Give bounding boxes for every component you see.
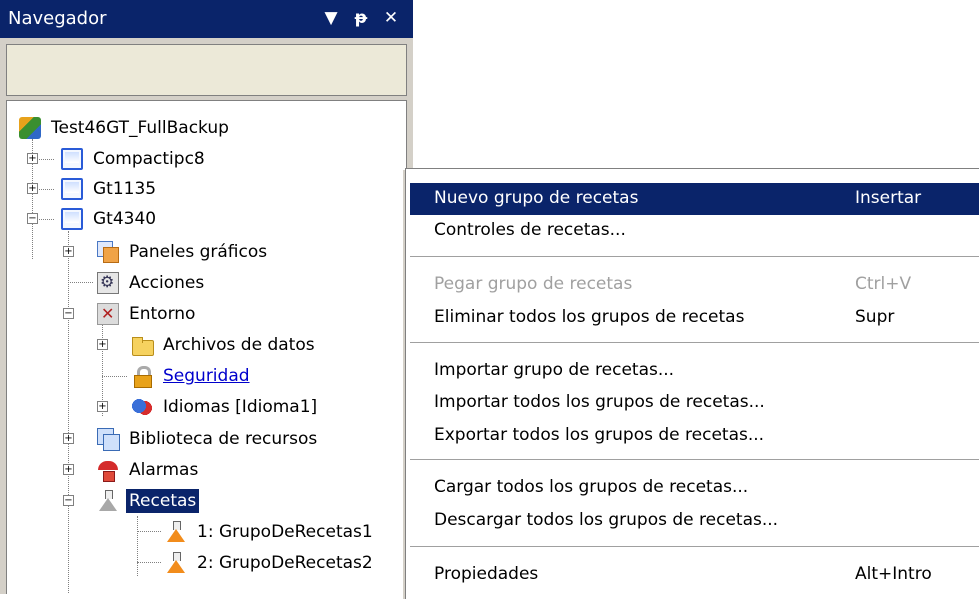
menu-item-exportar-todos[interactable]: Exportar todos los grupos de recetas... (410, 420, 979, 452)
dropdown-icon[interactable]: ▼ (318, 4, 344, 32)
menu-item-label: Eliminar todos los grupos de recetas (434, 307, 745, 327)
tree-item-label: Alarmas (129, 460, 199, 480)
navigator-title-bar: Navegador ▼ ᵽ ✕ (0, 0, 413, 38)
alarm-icon (97, 459, 119, 482)
tree-item-alarmas[interactable]: Alarmas (97, 455, 201, 485)
library-icon (97, 428, 120, 451)
actions-icon (97, 272, 119, 294)
tree-item-label: 1: GrupoDeRecetas1 (197, 522, 373, 542)
tree-item-paneles[interactable]: Paneles gráficos (97, 237, 270, 267)
menu-item-label: Descargar todos los grupos de recetas... (434, 510, 779, 530)
tools-icon (97, 303, 119, 325)
tree-item-archivos[interactable]: Archivos de datos (131, 330, 318, 360)
menu-item-label: Nuevo grupo de recetas (434, 188, 639, 208)
tree-item-grupo1[interactable]: 1: GrupoDeRecetas1 (165, 517, 376, 547)
tree-connector (68, 231, 69, 594)
tree-item-idiomas[interactable]: Idiomas [Idioma1] (131, 392, 320, 422)
tree-item-label: Compactipc8 (93, 149, 205, 169)
expand-icon[interactable]: + (97, 401, 108, 412)
menu-item-shortcut: Insertar (855, 188, 922, 208)
menu-item-eliminar-todos[interactable]: Eliminar todos los grupos de recetas Sup… (410, 302, 979, 334)
menu-item-controles[interactable]: Controles de recetas... (410, 215, 979, 247)
lock-icon (131, 365, 153, 388)
device-icon (61, 208, 83, 230)
tree-item-label: Gt1135 (93, 179, 157, 199)
context-menu: Nuevo grupo de recetas Insertar Controle… (405, 168, 979, 599)
menu-item-label: Propiedades (434, 564, 539, 584)
menu-separator (410, 546, 979, 547)
pin-icon[interactable]: ᵽ (348, 4, 374, 32)
menu-item-label: Pegar grupo de recetas (434, 274, 633, 294)
tree-connector (137, 516, 138, 576)
menu-item-importar-grupo[interactable]: Importar grupo de recetas... (410, 355, 979, 387)
tree-item-acciones[interactable]: Acciones (97, 268, 207, 298)
menu-item-propiedades[interactable]: Propiedades Alt+Intro (410, 559, 979, 591)
collapse-icon[interactable]: − (63, 495, 74, 506)
menu-item-label: Importar todos los grupos de recetas... (434, 392, 765, 412)
tree-item-label: Recetas (126, 489, 200, 513)
menu-item-nuevo-grupo[interactable]: Nuevo grupo de recetas Insertar (410, 183, 979, 215)
menu-item-label: Cargar todos los grupos de recetas... (434, 477, 749, 497)
tree-connector (137, 531, 161, 532)
flask-icon (165, 521, 187, 543)
navigator-tree[interactable]: Test46GT_FullBackup + Compactipc8 + Gt11… (6, 100, 407, 594)
tree-item-compactipc8[interactable]: Compactipc8 (61, 144, 208, 174)
expand-icon[interactable]: + (63, 433, 74, 444)
flask-icon (97, 490, 119, 512)
folder-icon (131, 334, 154, 356)
expand-icon[interactable]: + (27, 153, 38, 164)
panels-icon (97, 241, 119, 263)
menu-item-descargar-todos[interactable]: Descargar todos los grupos de recetas... (410, 505, 979, 537)
navigator-toolbar[interactable] (6, 44, 407, 96)
menu-separator (410, 459, 979, 460)
tree-item-label[interactable]: Seguridad (160, 364, 253, 388)
collapse-icon[interactable]: − (27, 213, 38, 224)
menu-item-shortcut: Ctrl+V (855, 274, 912, 294)
tree-item-biblioteca[interactable]: Biblioteca de recursos (97, 424, 320, 454)
tree-item-label: Test46GT_FullBackup (51, 118, 229, 138)
device-icon (61, 148, 83, 170)
tree-item-label: Idiomas [Idioma1] (163, 397, 318, 417)
tree-item-label: Acciones (129, 273, 205, 293)
project-icon (19, 117, 41, 139)
menu-separator (410, 342, 979, 343)
expand-icon[interactable]: + (63, 246, 74, 257)
expand-icon[interactable]: + (27, 183, 38, 194)
menu-separator (410, 256, 979, 257)
collapse-icon[interactable]: − (63, 308, 74, 319)
menu-item-importar-todos[interactable]: Importar todos los grupos de recetas... (410, 387, 979, 419)
menu-item-shortcut: Alt+Intro (855, 564, 932, 584)
navigator-title: Navegador (8, 8, 107, 29)
menu-item-label: Controles de recetas... (434, 220, 626, 240)
tree-item-gt1135[interactable]: Gt1135 (61, 174, 159, 204)
tree-item-gt4340[interactable]: Gt4340 (61, 204, 159, 234)
menu-item-label: Importar grupo de recetas... (434, 360, 675, 380)
expand-icon[interactable]: + (63, 464, 74, 475)
tree-item-grupo2[interactable]: 2: GrupoDeRecetas2 (165, 548, 376, 578)
tree-item-seguridad[interactable]: Seguridad (131, 361, 253, 391)
tree-connector (68, 282, 93, 283)
tree-item-label: Gt4340 (93, 209, 157, 229)
flask-icon (165, 552, 187, 574)
languages-icon (131, 396, 153, 418)
expand-icon[interactable]: + (97, 339, 108, 350)
menu-item-shortcut: Supr (855, 307, 895, 327)
tree-item-project[interactable]: Test46GT_FullBackup (19, 113, 232, 143)
tree-item-label: Biblioteca de recursos (129, 429, 318, 449)
device-icon (61, 178, 83, 200)
tree-item-entorno[interactable]: Entorno (97, 299, 198, 329)
tree-item-recetas[interactable]: Recetas (97, 486, 200, 516)
navigator-panel: Navegador ▼ ᵽ ✕ Test46GT_FullBackup + Co… (0, 0, 413, 594)
tree-item-label: Paneles gráficos (129, 242, 268, 262)
menu-item-pegar: Pegar grupo de recetas Ctrl+V (410, 269, 979, 301)
tree-item-label: Archivos de datos (163, 335, 315, 355)
tree-connector (102, 376, 127, 377)
close-icon[interactable]: ✕ (378, 4, 404, 32)
tree-item-label: Entorno (129, 304, 196, 324)
menu-item-label: Exportar todos los grupos de recetas... (434, 425, 765, 445)
tree-item-label: 2: GrupoDeRecetas2 (197, 553, 373, 573)
tree-connector (137, 562, 161, 563)
menu-item-cargar-todos[interactable]: Cargar todos los grupos de recetas... (410, 472, 979, 504)
